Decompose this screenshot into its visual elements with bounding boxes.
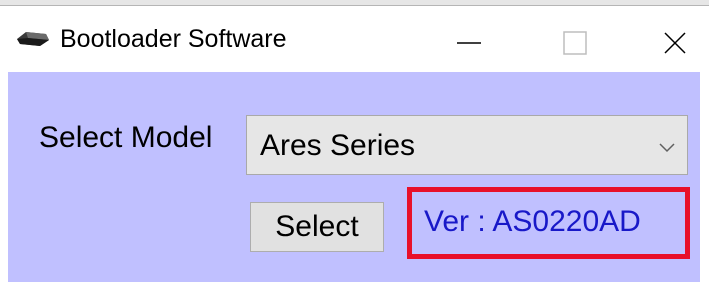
window-title: Bootloader Software: [60, 25, 287, 53]
bootloader-app-icon: [16, 30, 50, 48]
close-icon: [663, 31, 687, 60]
chevron-down-icon: [659, 140, 675, 153]
client-area: Select Model Ares Series Select Ver : AS…: [8, 72, 700, 282]
bootloader-window: Bootloader Software Select Model Ares Se…: [0, 0, 709, 290]
close-button[interactable]: [640, 12, 709, 78]
version-label: Ver : AS0220AD: [424, 205, 641, 238]
maximize-icon: [563, 30, 587, 60]
select-model-label: Select Model: [39, 121, 213, 154]
minimize-button[interactable]: [434, 12, 504, 78]
select-button[interactable]: Select: [250, 202, 384, 252]
model-dropdown-value: Ares Series: [260, 129, 416, 162]
minimize-icon: [457, 31, 481, 60]
model-dropdown[interactable]: Ares Series: [246, 115, 688, 175]
version-highlight-box: Ver : AS0220AD: [407, 187, 690, 259]
title-bar[interactable]: Bootloader Software: [0, 6, 709, 72]
maximize-button[interactable]: [540, 12, 610, 78]
